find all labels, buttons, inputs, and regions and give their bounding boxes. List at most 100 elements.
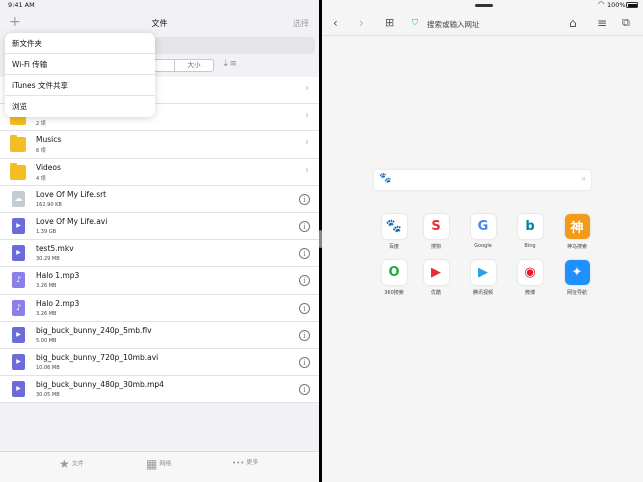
item-name: Halo 1.mp3: [36, 271, 80, 281]
info-icon[interactable]: i: [299, 275, 310, 287]
item-name: Halo 2.mp3: [36, 298, 80, 308]
audio-file-icon: [12, 272, 25, 289]
shortcut-label: Bing: [524, 243, 536, 249]
info-icon[interactable]: i: [299, 384, 310, 396]
shortcut-7[interactable]: ▶ 优酷: [418, 260, 454, 296]
item-meta: 30.05 MB: [36, 392, 60, 399]
new-tab-icon[interactable]: ⧉: [622, 16, 630, 30]
home-icon[interactable]: ⌂: [569, 16, 577, 30]
shortcut-label: 腾讯视频: [472, 290, 493, 296]
multitasking-grabber[interactable]: [475, 4, 493, 7]
item-meta: 162.90 KB: [36, 201, 62, 208]
shortcut-label: 神马搜索: [566, 244, 587, 250]
tabs-grid-icon[interactable]: ⊞: [385, 16, 394, 30]
tab-network-label: 网络: [159, 460, 172, 468]
shortcut-logo-icon: b: [517, 214, 543, 239]
shortcut-8[interactable]: ▶ 腾讯视频: [465, 260, 501, 296]
star-icon: ★: [59, 457, 70, 471]
status-bar-left: 9:41 AM: [0, 0, 319, 12]
info-icon[interactable]: i: [299, 356, 310, 368]
wifi-icon: ◠: [598, 0, 605, 8]
shortcut-9[interactable]: ◉ 微博: [512, 260, 548, 296]
menu-item-wifi-transfer[interactable]: Wi-Fi 传输: [5, 54, 155, 75]
shortcut-label: 微博: [524, 290, 535, 296]
shortcut-logo-icon: 神: [564, 214, 590, 239]
item-name: big_buck_bunny_480p_30mb.mp4: [36, 380, 164, 390]
info-icon[interactable]: i: [299, 220, 310, 232]
video-file-icon: [12, 353, 25, 370]
shortcut-logo-icon: ▶: [470, 260, 496, 285]
tab-files-label: 文件: [71, 460, 84, 468]
shortcut-label: 优酷: [430, 290, 441, 296]
item-meta: 10.06 MB: [36, 364, 60, 371]
file-row[interactable]: Love Of My Life.avi 1.39 GB i: [0, 213, 319, 241]
file-list: 2 项›2 项›Musics6 项›Videos4 项›Love Of My L…: [0, 77, 319, 404]
browser-toolbar: ‹ › ⊞ ⛉ 搜索或输入网址 ⌂ ≡ ⧉: [322, 12, 643, 36]
info-icon[interactable]: i: [299, 248, 310, 260]
file-row[interactable]: Halo 2.mp3 3.26 MB i: [0, 295, 319, 322]
item-name: test5.mkv: [36, 244, 74, 254]
shortcut-label: 网址导航: [566, 290, 587, 296]
shortcut-3[interactable]: G Google: [465, 214, 501, 249]
browser-pane: ◠ 100% ‹ › ⊞ ⛉ 搜索或输入网址 ⌂ ≡ ⧉ 🐾 ⌕ 🐾 百度 S 搜狗 G…: [322, 0, 643, 482]
video-file-icon: [12, 326, 25, 343]
tab-files[interactable]: ★ 文件: [59, 457, 84, 471]
shortcut-2[interactable]: S 搜狗: [418, 214, 454, 250]
file-row[interactable]: big_buck_bunny_240p_5mb.flv 5.00 MB i: [0, 322, 319, 349]
item-name: big_buck_bunny_720p_10mb.avi: [36, 352, 159, 362]
menu-item-browse[interactable]: 浏览: [5, 96, 155, 117]
item-meta: 5.00 MB: [36, 337, 57, 344]
address-bar[interactable]: 搜索或输入网址: [427, 19, 480, 30]
shortcut-5[interactable]: 神神马搜索: [559, 214, 595, 250]
folder-icon: [10, 162, 26, 180]
folder-row[interactable]: Musics 6 项 ›: [0, 131, 319, 159]
forward-icon[interactable]: ›: [359, 16, 364, 30]
shortcut-logo-icon: ◉: [517, 260, 543, 285]
shortcut-4[interactable]: b Bing: [512, 214, 548, 249]
add-menu: 新文件夹 Wi-Fi 传输 iTunes 文件共享 浏览: [5, 33, 155, 117]
shortcut-logo-icon: 🐾: [381, 214, 407, 239]
search-icon[interactable]: ⌕: [582, 174, 586, 184]
page-title: 文件: [151, 19, 168, 28]
menu-icon[interactable]: ≡: [597, 16, 607, 30]
chevron-right-icon: ›: [305, 83, 309, 94]
tab-more[interactable]: ••• 更多: [232, 457, 258, 467]
item-meta: 2 项: [36, 121, 46, 128]
baidu-search-box[interactable]: 🐾 ⌕: [374, 170, 591, 190]
shortcut-logo-icon: S: [423, 214, 449, 239]
status-time: 9:41 AM: [8, 1, 35, 9]
info-icon[interactable]: i: [299, 193, 310, 205]
select-button[interactable]: 选择: [293, 18, 309, 29]
shortcut-1[interactable]: 🐾 百度: [376, 214, 412, 250]
item-meta: 6 项: [36, 148, 46, 155]
shield-icon: ⛉: [412, 18, 418, 27]
video-file-icon: [12, 245, 25, 262]
files-pane: 9:41 AM + 文件 选择 大小 ⇣≡ 2 项›2 项›Musics6 项›…: [0, 0, 319, 482]
chevron-right-icon: ›: [305, 110, 309, 122]
files-navbar: + 文件 选择: [0, 12, 319, 34]
file-row[interactable]: big_buck_bunny_720p_10mb.avi 10.06 MB i: [0, 349, 319, 377]
tab-network[interactable]: ▦ 网络: [146, 457, 171, 471]
back-icon[interactable]: ‹: [333, 16, 338, 30]
shortcut-label: 360搜索: [384, 290, 404, 296]
shortcut-logo-icon: ▶: [423, 260, 449, 285]
item-meta: 1.39 GB: [36, 228, 57, 235]
sort-direction-icon[interactable]: ⇣≡: [222, 59, 237, 69]
shortcut-10[interactable]: ✦ 网址导航: [559, 260, 595, 296]
file-row[interactable]: big_buck_bunny_480p_30mb.mp4 30.05 MB i: [0, 376, 319, 404]
chevron-right-icon: ›: [305, 164, 309, 176]
file-row[interactable]: test5.mkv 30.29 MB i: [0, 240, 319, 268]
file-row[interactable]: Halo 1.mp3 3.26 MB i: [0, 267, 319, 295]
info-icon[interactable]: i: [299, 302, 310, 314]
sort-option-size[interactable]: 大小: [175, 60, 213, 71]
shortcut-6[interactable]: O 360搜索: [376, 260, 412, 296]
menu-item-new-folder[interactable]: 新文件夹: [5, 33, 155, 54]
info-icon[interactable]: i: [299, 329, 310, 341]
item-name: Musics: [36, 135, 62, 145]
video-file-icon: [12, 217, 25, 234]
folder-row[interactable]: Videos 4 项 ›: [0, 159, 319, 186]
menu-item-itunes-sharing[interactable]: iTunes 文件共享: [5, 75, 155, 96]
shortcut-label: 搜狗: [430, 244, 441, 250]
file-row[interactable]: Love Of My Life.srt 162.90 KB i: [0, 186, 319, 213]
subtitle-file-icon: [12, 190, 25, 207]
